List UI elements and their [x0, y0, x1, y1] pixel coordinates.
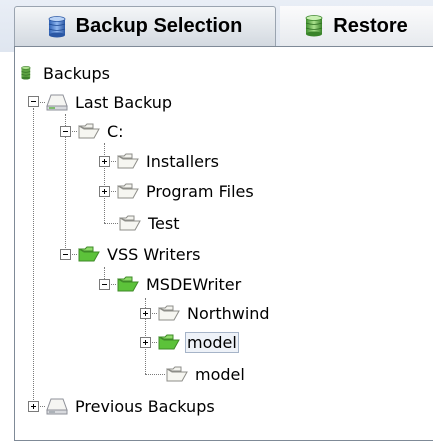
collapse-toggle-msdewriter[interactable] — [99, 279, 110, 290]
folder-open-icon — [158, 305, 180, 321]
tree-node-label: Test — [148, 213, 180, 233]
tree-node-northwind[interactable]: Northwind — [158, 300, 272, 326]
tree-node-previous-backups[interactable]: Previous Backups — [46, 393, 217, 419]
folder-open-green-icon — [158, 334, 180, 350]
tree-node-label: Program Files — [146, 181, 254, 201]
tree-node-backups[interactable]: Backups — [20, 60, 112, 86]
tree-node-label: VSS Writers — [107, 244, 201, 264]
tree-node-drive-c[interactable]: C: — [78, 118, 126, 144]
tree-connector — [145, 374, 165, 375]
expand-toggle-installers[interactable] — [99, 156, 110, 167]
tree-node-vss-writers[interactable]: VSS Writers — [78, 241, 203, 267]
tree-node-label: Installers — [146, 151, 219, 171]
tree-node-model-selected[interactable]: model — [158, 329, 239, 355]
folder-open-icon — [166, 366, 188, 382]
tree-node-program-files[interactable]: Program Files — [117, 178, 256, 204]
tree-connector — [104, 223, 118, 224]
tree-node-model-leaf[interactable]: model — [166, 361, 247, 387]
expand-toggle-program-files[interactable] — [99, 186, 110, 197]
drive-icon — [46, 94, 68, 111]
tree-connector — [104, 143, 105, 223]
folder-open-icon — [78, 123, 100, 139]
tree-node-label: Backups — [43, 63, 110, 83]
folder-open-icon — [119, 215, 141, 231]
tree-node-test[interactable]: Test — [119, 210, 182, 236]
backup-tree: Backups Last Backup C: Installers Progra… — [0, 0, 433, 441]
tree-node-label: Previous Backups — [75, 396, 215, 416]
database-icon — [21, 66, 31, 80]
tree-node-label: Last Backup — [75, 92, 173, 112]
folder-open-green-icon — [117, 276, 139, 292]
expand-toggle-model[interactable] — [140, 337, 151, 348]
tree-node-label: model — [185, 331, 239, 353]
tree-node-installers[interactable]: Installers — [117, 148, 221, 174]
tree-node-label: Northwind — [187, 303, 270, 323]
tree-connector — [33, 108, 34, 406]
expand-toggle-previous-backups[interactable] — [28, 401, 39, 412]
folder-open-green-icon — [78, 246, 100, 262]
folder-open-icon — [117, 153, 139, 169]
tree-node-label: MSDEWriter — [146, 274, 242, 294]
tree-node-msdewriter[interactable]: MSDEWriter — [117, 271, 243, 297]
tree-node-last-backup[interactable]: Last Backup — [46, 89, 174, 115]
drive-icon — [46, 398, 68, 415]
collapse-toggle-drive-c[interactable] — [60, 126, 71, 137]
expand-toggle-northwind[interactable] — [140, 308, 151, 319]
collapse-toggle-vss-writers[interactable] — [60, 249, 71, 260]
folder-open-icon — [117, 183, 139, 199]
tree-node-label: model — [195, 364, 245, 384]
tree-node-label: C: — [107, 121, 124, 141]
collapse-toggle-last-backup[interactable] — [28, 96, 39, 107]
